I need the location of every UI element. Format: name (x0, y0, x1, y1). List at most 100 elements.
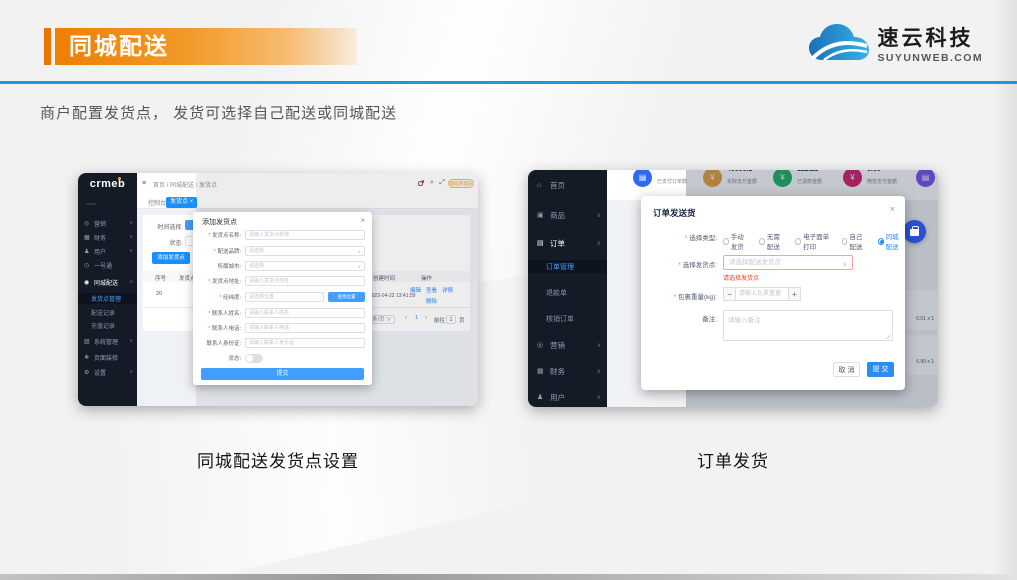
slide-subtitle: 商户配置发货点， 发货可选择自己配送或同城配送 (40, 102, 397, 123)
left-main-area: ≡ 首页 / 同城配送 / 发货点 ⌕ ⤢ 超级管理员 控制台 发货点 × 时间… (137, 173, 478, 406)
radio-e-waybill[interactable]: 电子面单打印 (795, 231, 832, 251)
sidebar-item-system[interactable]: ▧ 系统管理 ∨ (78, 335, 137, 347)
tab-console[interactable]: 控制台 (148, 198, 166, 207)
sidebar-item-products[interactable]: ▣ 商品 ∨ (528, 208, 607, 222)
radio-self-delivery[interactable]: 自己配送 (842, 231, 869, 251)
field-label: 经纬度: (193, 293, 241, 301)
chevron-down-icon: ∨ (129, 338, 133, 344)
tab-delivery-point[interactable]: 发货点 × (166, 197, 197, 208)
field-label: 联系人身份证: (193, 339, 241, 347)
sidebar-item-marketing[interactable]: ◎ 营销 ∨ (528, 338, 607, 352)
sidebar-item-orders[interactable]: ▤ 订单 ∧ (528, 236, 607, 250)
row-id: 20 (156, 291, 162, 297)
chevron-down-icon: ∨ (597, 342, 601, 349)
chevron-down-icon: ∨ (129, 369, 133, 375)
briefcase-icon (910, 229, 919, 236)
contact-phone-input[interactable]: 请输入联系人电话 (245, 323, 365, 333)
radio-no-delivery[interactable]: 无需配送 (759, 231, 786, 251)
sidebar-item-home[interactable]: ⌂ 首页 (528, 178, 607, 192)
cancel-button[interactable]: 取 消 (833, 362, 860, 377)
radio-icon (795, 238, 801, 245)
right-sidebar: ⌂ 首页 ▣ 商品 ∨ ▤ 订单 ∧ 订单管理 退款单 核销订单 ◎ 营销 ∨ (528, 170, 607, 407)
chevron-up-icon: ∧ (597, 240, 601, 247)
city-select[interactable]: 请选择 (245, 261, 365, 271)
slide: 同城配送 速云科技 SUYUNWEB.COM 商户配置发货点， 发货可选择自己配… (0, 0, 1017, 580)
field-label: 状态: (193, 354, 241, 362)
radio-selected-icon (878, 238, 884, 245)
field-label: 联系人电话: (193, 324, 241, 332)
add-delivery-point-button[interactable]: 添加发货点 (152, 252, 190, 264)
brand-domain: SUYUNWEB.COM (878, 52, 983, 64)
collapse-menu-icon[interactable]: ≡ (142, 180, 146, 187)
field-label: 发货点地址: (193, 277, 241, 285)
cloud-road-icon (808, 22, 870, 64)
point-label: 选择发货点: (641, 259, 717, 269)
sidebar-subitem-delivery-points[interactable]: 发货点管理 (78, 293, 137, 304)
contact-id-input[interactable]: 请输入联系人身份证 (245, 338, 365, 348)
type-label: 选择类型: (641, 232, 717, 242)
decoration-icon: ❖ (84, 354, 91, 361)
sidebar-item-yihaotong[interactable]: ◷ 一号通 (78, 259, 137, 271)
close-icon[interactable]: × (890, 204, 895, 214)
status-toggle[interactable] (245, 354, 263, 363)
clock-icon: ◷ (84, 262, 91, 269)
close-icon[interactable]: × (360, 216, 365, 225)
sidebar-item-users[interactable]: ♟ 用户 ∨ (78, 245, 137, 257)
sidebar-item-page-decoration[interactable]: ❖ 页面装修 (78, 351, 137, 363)
chevron-up-icon: ∧ (129, 279, 133, 285)
sidebar-subitem-refund-orders[interactable]: 退款单 (528, 286, 607, 299)
add-delivery-point-modal: 添加发货点 × 发货点名称: 请输入发货点名称 配送品牌: 请选择 所属城市: … (193, 212, 372, 385)
order-icon: ▤ (537, 239, 546, 247)
sidebar-item-settings[interactable]: ⚙ 设置 ∨ (78, 366, 137, 378)
marketing-icon: ◎ (84, 220, 91, 227)
plus-button[interactable]: + (788, 287, 801, 301)
chevron-down-icon: ∨ (129, 220, 133, 226)
delivery-point-name-input[interactable]: 请输入发货点名称 (245, 230, 365, 240)
floating-action-button[interactable] (903, 220, 926, 243)
title-accent-bar (44, 28, 51, 65)
chevron-down-icon: ∨ (597, 212, 601, 219)
chevron-down-icon: ∨ (129, 234, 133, 240)
marketing-icon: ◎ (537, 341, 546, 349)
sidebar-subitem-order-management[interactable]: 订单管理 (528, 260, 607, 273)
sidebar-subitem-verify-orders[interactable]: 核销订单 (528, 312, 607, 325)
submit-button[interactable]: 提 交 (867, 362, 894, 377)
delivery-icon: ◉ (84, 279, 91, 286)
product-icon: ▣ (537, 211, 546, 219)
screenshot-delivery-point-settings: crmeb ◎ 营销 ∨ ▦ 财务 ∨ ♟ 用户 ∨ ◷ 一号通 (78, 173, 478, 406)
gear-icon: ⚙ (84, 369, 91, 376)
ship-type-radio-group: 手动发货 无需配送 电子面单打印 自己配送 同城配送 (723, 231, 905, 251)
find-location-button[interactable]: 查找位置 (328, 292, 365, 302)
sidebar-item-city-delivery[interactable]: ◉ 同城配送 ∧ (78, 276, 137, 288)
sidebar-item-users[interactable]: ♟ 用户 ∨ (528, 390, 607, 404)
modal-title: 订单发送货 (653, 207, 696, 219)
radio-city-delivery[interactable]: 同城配送 (878, 231, 905, 251)
radio-manual-ship[interactable]: 手动发货 (723, 231, 750, 251)
weight-input[interactable]: 请输入包裹重量 (736, 287, 788, 301)
brand-name: 速云科技 (878, 22, 983, 52)
field-label: 联系人姓名: (193, 309, 241, 317)
system-icon: ▧ (84, 338, 91, 345)
coordinates-input[interactable]: 请选择位置 (245, 292, 324, 302)
sidebar-item-finance[interactable]: ▦ 财务 ∨ (78, 231, 137, 243)
sidebar-subitem-delivery-records[interactable]: 配送记录 (78, 307, 137, 318)
radio-icon (759, 238, 765, 245)
left-sidebar: crmeb ◎ 营销 ∨ ▦ 财务 ∨ ♟ 用户 ∨ ◷ 一号通 (78, 173, 137, 406)
contact-name-input[interactable]: 请输入联系人姓名 (245, 308, 365, 318)
chevron-down-icon: ∨ (129, 248, 133, 254)
sidebar-item-finance[interactable]: ▦ 财务 ∨ (528, 364, 607, 378)
remark-textarea[interactable]: 请输入备注 (723, 310, 893, 341)
submit-button[interactable]: 提交 (201, 368, 364, 380)
sidebar-item-marketing[interactable]: ◎ 营销 ∨ (78, 217, 137, 229)
chevron-down-icon: ∨ (597, 368, 601, 375)
radio-icon (723, 238, 729, 245)
sidebar-subitem-recharge-records[interactable]: 充值记录 (78, 320, 137, 331)
delivery-brand-select[interactable]: 请选择 (245, 246, 365, 256)
bottom-bar (0, 574, 1017, 580)
minus-button[interactable]: − (723, 287, 736, 301)
address-input[interactable]: 请输入发货点地址 (245, 276, 365, 286)
field-label: 发货点名称: (193, 231, 241, 239)
order-ship-modal: 订单发送货 × 选择类型: 手动发货 无需配送 电子面单打印 自己配送 同城配送… (641, 196, 905, 390)
delivery-point-select[interactable]: 请选择配送发货点 (723, 255, 853, 270)
user-icon: ♟ (84, 248, 91, 255)
